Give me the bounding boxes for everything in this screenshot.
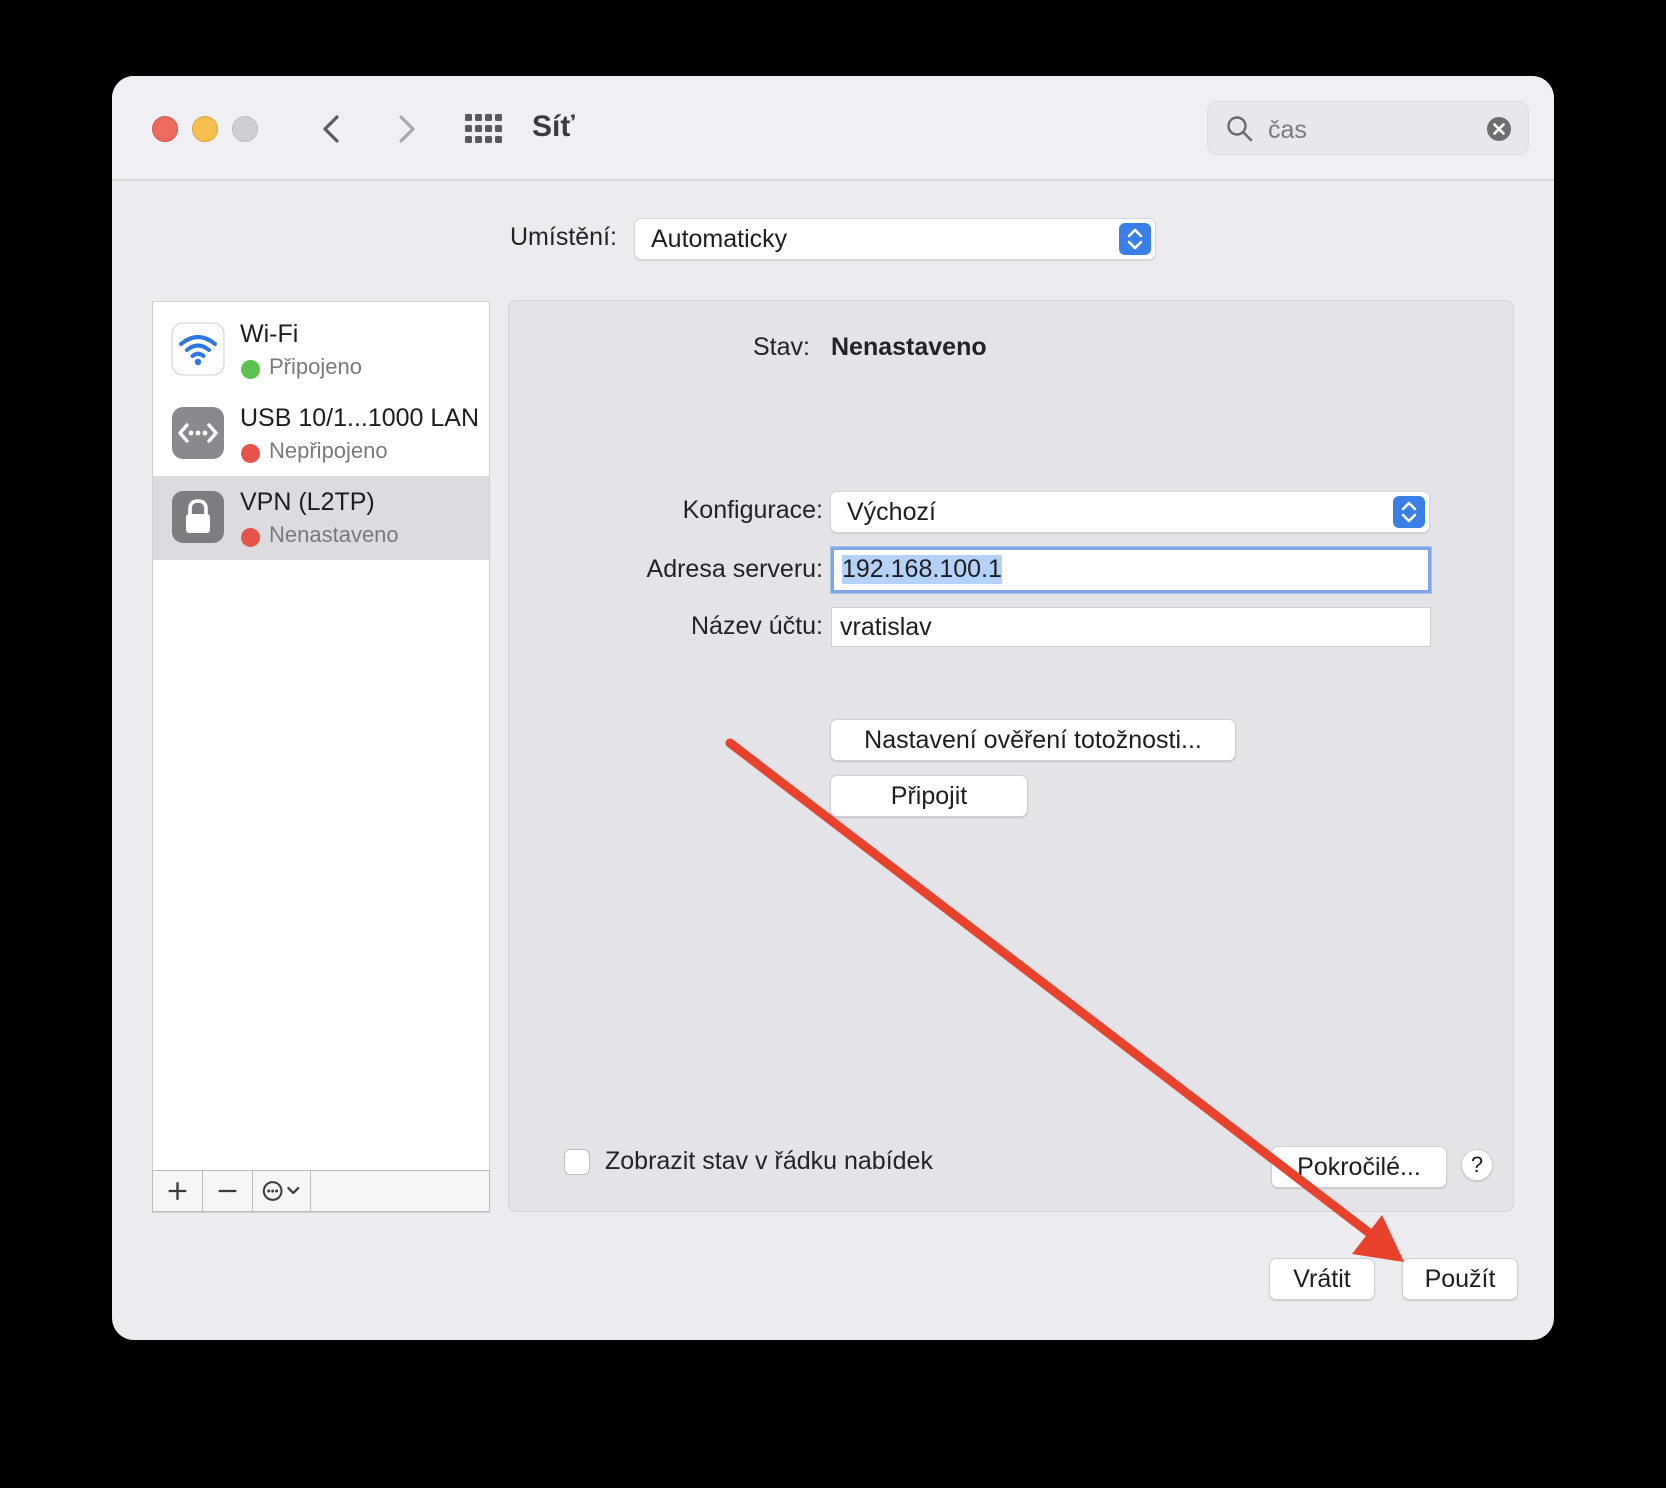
titlebar: Síť čas [112, 76, 1554, 181]
configuration-label: Konfigurace: [682, 496, 823, 524]
close-window-button[interactable] [152, 116, 178, 142]
revert-button[interactable]: Vrátit [1269, 1258, 1375, 1300]
configuration-select[interactable]: Výchozí [830, 491, 1430, 533]
connect-button[interactable]: Připojit [830, 775, 1028, 817]
more-actions-icon[interactable] [253, 1171, 311, 1211]
service-item-wifi[interactable]: Wi-Fi Připojeno [153, 308, 489, 392]
service-list: Wi-Fi Připojeno USB 10/1...1000 LAN Nepř… [152, 301, 490, 1213]
location-label: Umístění: [510, 223, 617, 251]
status-value: Nenastaveno [831, 333, 987, 361]
clear-search-icon[interactable] [1486, 116, 1512, 142]
show-all-grid-icon[interactable] [464, 112, 502, 146]
service-status: Připojeno [269, 354, 362, 379]
up-down-chevron-icon [1119, 223, 1151, 255]
network-preferences-window: Síť čas Umístění: Automaticky Wi-Fi Přip… [112, 76, 1554, 1340]
account-name-field[interactable]: vratislav [831, 607, 1431, 647]
account-name-value: vratislav [840, 613, 932, 641]
window-title: Síť [532, 110, 575, 143]
location-value: Automaticky [651, 225, 788, 253]
service-item-usb-lan[interactable]: USB 10/1...1000 LAN Nepřipojeno [153, 392, 489, 476]
advanced-button[interactable]: Pokročilé... [1271, 1146, 1447, 1188]
service-status: Nenastaveno [269, 522, 399, 547]
apply-button[interactable]: Použít [1402, 1258, 1518, 1300]
ethernet-icon [172, 407, 224, 459]
add-service-button[interactable] [153, 1171, 203, 1211]
location-select[interactable]: Automaticky [634, 218, 1156, 260]
back-arrow-icon[interactable] [312, 109, 352, 149]
status-dot-red [241, 444, 260, 463]
minimize-window-button[interactable] [192, 116, 218, 142]
server-address-label: Adresa serveru: [646, 555, 823, 583]
show-status-label: Zobrazit stav v řádku nabídek [605, 1147, 933, 1175]
remove-service-button[interactable] [203, 1171, 253, 1211]
show-status-checkbox[interactable] [564, 1149, 590, 1175]
service-item-vpn[interactable]: VPN (L2TP) Nenastaveno [153, 476, 489, 560]
search-icon [1227, 116, 1253, 142]
service-name: USB 10/1...1000 LAN [240, 404, 480, 432]
status-dot-red [241, 528, 260, 547]
zoom-window-button[interactable] [232, 116, 258, 142]
vpn-detail-panel: Stav: Nenastaveno Konfigurace: Výchozí A… [508, 300, 1514, 1212]
lock-icon [172, 491, 224, 543]
up-down-chevron-icon [1393, 496, 1425, 528]
search-input[interactable]: čas [1268, 116, 1307, 145]
forward-arrow-icon[interactable] [386, 109, 426, 149]
account-name-label: Název účtu: [690, 612, 823, 640]
service-name: VPN (L2TP) [240, 488, 375, 516]
search-field[interactable]: čas [1207, 101, 1529, 155]
help-button[interactable]: ? [1461, 1149, 1493, 1181]
service-status: Nepřipojeno [269, 438, 388, 463]
configuration-value: Výchozí [847, 498, 936, 526]
service-name: Wi-Fi [240, 320, 299, 348]
status-label: Stav: [753, 333, 810, 361]
server-address-field[interactable]: 192.168.100.1 [831, 547, 1431, 593]
wifi-icon [171, 322, 225, 376]
authentication-settings-button[interactable]: Nastavení ověření totožnosti... [830, 719, 1236, 761]
server-address-value: 192.168.100.1 [842, 555, 1002, 584]
service-list-toolbar [152, 1170, 490, 1212]
status-dot-green [241, 360, 260, 379]
